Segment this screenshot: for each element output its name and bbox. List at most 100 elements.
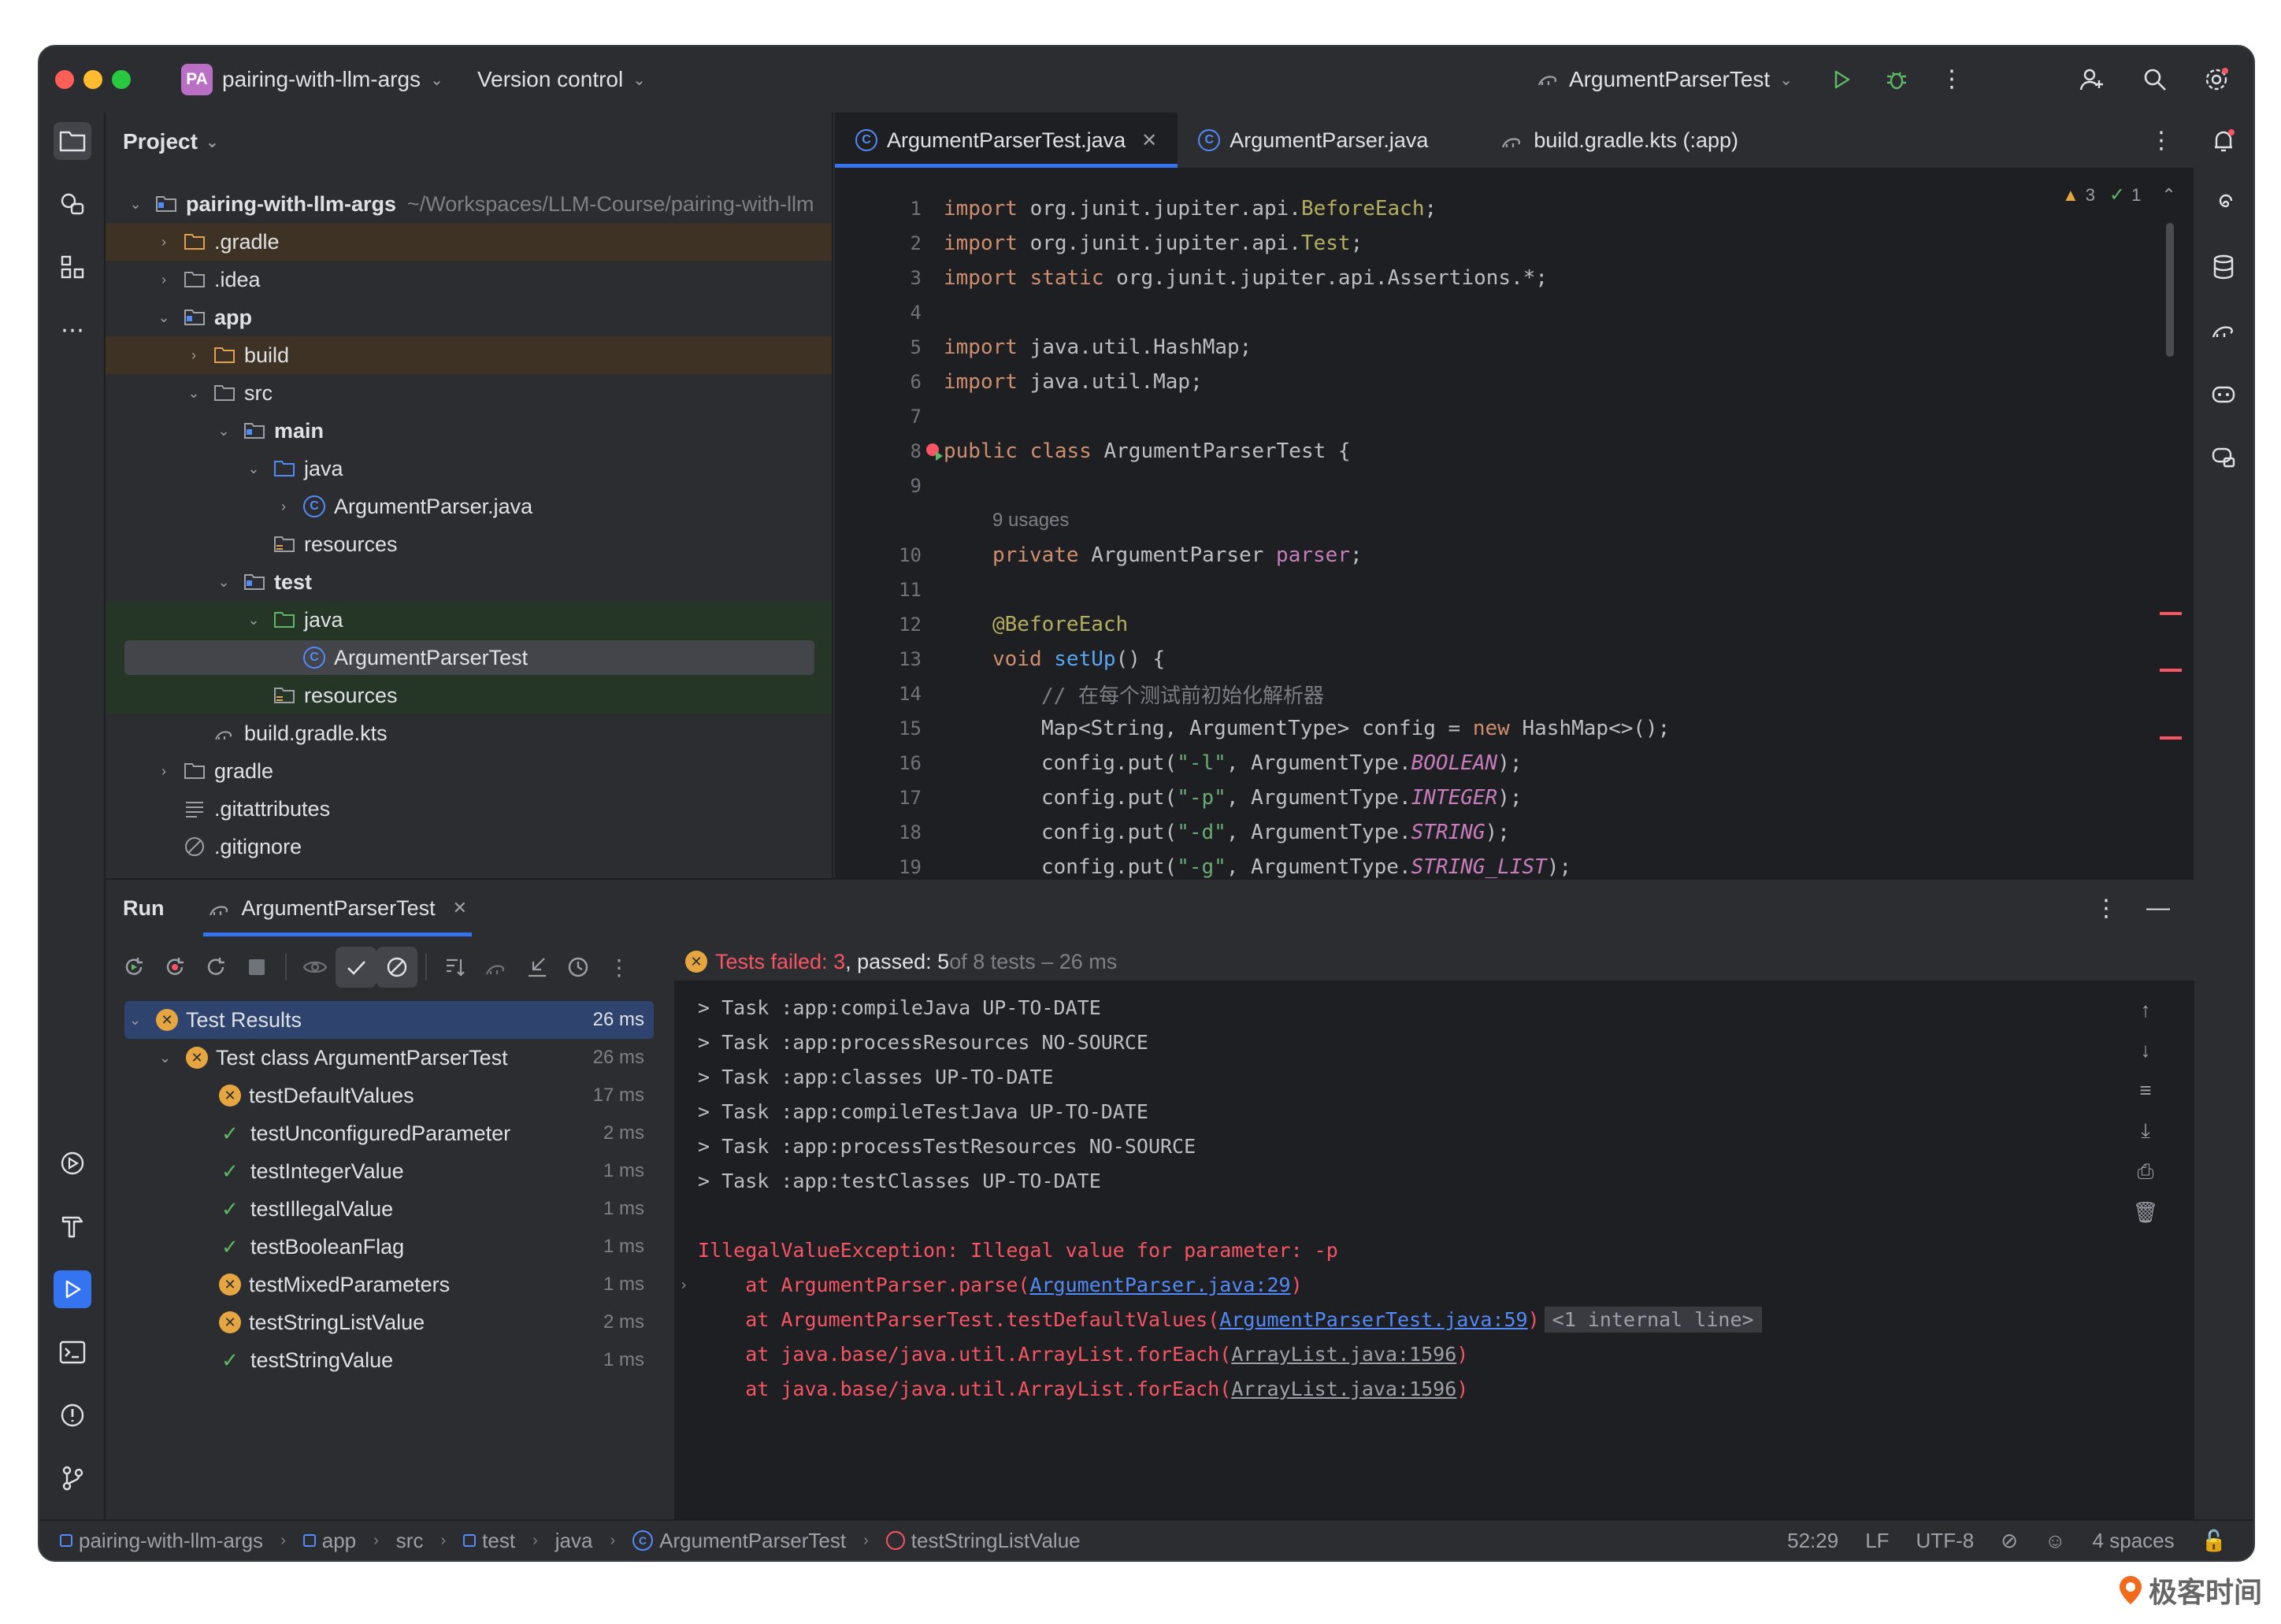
run-config-selector[interactable]: ArgumentParserTest ⌄ [1536,46,1793,113]
tab-argumentparser-java[interactable]: C ArgumentParser.java [1178,113,1448,168]
tree-item-main-resources[interactable]: resources [106,525,832,563]
close-icon[interactable]: ✕ [453,898,467,918]
test-row[interactable]: ✓ testUnconfiguredParameter 2 ms [219,1114,644,1152]
breadcrumb-item[interactable]: testStringListValue [911,1529,1081,1553]
close-icon[interactable]: ✕ [1141,129,1157,152]
breadcrumb-item[interactable]: test [482,1529,515,1553]
editor-tab-options-button[interactable]: ⋮ [2129,113,2194,168]
inspection-widget[interactable]: ▲ 3 ✓ 1 ⌃ ⌄ [2062,184,2194,206]
cursor-position[interactable]: 52:29 [1787,1529,1838,1553]
more-tools-button[interactable]: ⋯ [54,311,91,349]
test-row[interactable]: ✓ testStringValue 1 ms [219,1341,644,1379]
run-test-gutter-icon[interactable] [925,442,945,462]
indent-setting[interactable]: 4 spaces [2093,1529,2175,1553]
tree-item-gradle-dir[interactable]: › .gradle [106,223,832,261]
tree-item-main[interactable]: ⌄ main [106,412,832,450]
tree-item-gradle[interactable]: › gradle [106,752,832,790]
breadcrumb-item[interactable]: src [396,1529,424,1553]
project-switcher[interactable]: PA pairing-with-llm-args ⌄ [181,46,443,113]
stop-button[interactable] [236,947,277,988]
test-row[interactable]: ✕ testDefaultValues 17 ms [219,1077,644,1114]
tree-item-idea[interactable]: › .idea [106,261,832,298]
source-link[interactable]: ArgumentParserTest.java:59 [1219,1308,1527,1331]
tree-item-gitignore[interactable]: .gitignore [106,828,832,866]
ai-assistant-tool-button[interactable] [54,185,91,223]
ai-chat-button[interactable] [2205,185,2242,223]
add-user-button[interactable] [2073,61,2111,98]
breadcrumb-item[interactable]: app [322,1529,356,1553]
print-icon[interactable]: ⎙ [2138,1159,2154,1185]
test-row[interactable]: ✕ testStringListValue 2 ms [219,1303,644,1341]
chevron-up-icon[interactable]: ⌃ [2161,185,2175,206]
error-marker[interactable] [2160,736,2182,740]
tree-item-gitattributes[interactable]: .gitattributes [106,790,832,828]
breadcrumb-item[interactable]: java [555,1529,593,1553]
chevron-right-icon[interactable]: › [679,1275,688,1294]
source-link[interactable]: ArgumentParser.java:29 [1029,1274,1290,1296]
import-tests-button[interactable] [476,947,517,988]
copilot-chat-button[interactable] [2205,437,2242,475]
debug-button[interactable] [1878,61,1916,98]
more-actions-button[interactable]: ⋮ [1933,61,1971,98]
scroll-to-end-icon[interactable]: ⤓ [2141,1118,2150,1144]
lock-icon[interactable]: 🔓 [2201,1529,2227,1553]
tree-item-test-java[interactable]: ⌄ java [106,601,832,639]
toggle-auto-test-button[interactable] [195,947,236,988]
tree-item-test[interactable]: ⌄ test [106,563,832,601]
file-encoding[interactable]: UTF-8 [1916,1529,1975,1553]
arrow-down-icon[interactable]: ↓ [2141,1038,2151,1062]
copilot-status-icon[interactable]: ☺ [2045,1529,2066,1553]
console-output[interactable]: > Task :app:compileJava UP-TO-DATE > Tas… [674,981,2194,1524]
tree-item-argumentparsertest[interactable]: C ArgumentParserTest [274,639,528,677]
terminal-tool-button[interactable] [54,1333,91,1371]
minimize-panel-icon[interactable]: — [2146,895,2170,921]
tree-item-build[interactable]: › build [106,336,832,374]
tree-item-test-resources[interactable]: resources [106,677,832,714]
settings-button[interactable] [2198,61,2235,98]
database-button[interactable] [2205,248,2242,286]
soft-wrap-icon[interactable]: ≡ [2139,1078,2151,1103]
tab-argumentparsertest-java[interactable]: C ArgumentParserTest.java ✕ [835,113,1178,168]
internal-lines-chip[interactable]: <1 internal line> [1544,1306,1762,1333]
test-row-class[interactable]: ⌄ ✕ Test class ArgumentParserTest 26 ms [159,1039,644,1077]
project-panel-header[interactable]: Project ⌄ [123,113,219,171]
test-row[interactable]: ✓ testIllegalValue 1 ms [219,1190,644,1228]
rerun-failed-button[interactable] [154,947,195,988]
rerun-button[interactable] [113,947,154,988]
test-row[interactable]: ✓ testIntegerValue 1 ms [219,1152,644,1190]
zoom-window-button[interactable] [112,70,131,89]
notifications-button[interactable] [2205,122,2242,160]
arrow-up-icon[interactable]: ↑ [2141,998,2151,1022]
show-passed-toggle[interactable] [336,947,376,988]
trash-icon[interactable]: 🗑 [2132,1200,2158,1225]
sort-button[interactable] [435,947,476,988]
line-separator[interactable]: LF [1865,1529,1889,1553]
minimize-window-button[interactable] [83,70,102,89]
tab-build-gradle-kts[interactable]: build.gradle.kts (:app) [1480,113,1759,168]
tree-item-app[interactable]: ⌄ app [106,298,832,336]
search-button[interactable] [2136,61,2174,98]
problems-tool-button[interactable] [54,1396,91,1434]
build-tool-button[interactable] [54,1207,91,1245]
test-row-results[interactable]: ⌄ ✕ Test Results 26 ms [129,1001,644,1039]
tree-item-build-gradle[interactable]: build.gradle.kts [106,714,832,752]
project-tool-button[interactable] [54,122,91,160]
run-button[interactable] [1823,61,1860,98]
version-control-menu[interactable]: Version control ⌄ [477,46,646,113]
test-row[interactable]: ✕ testMixedParameters 1 ms [219,1266,644,1303]
error-marker[interactable] [2160,669,2182,672]
structure-tool-button[interactable] [54,248,91,286]
editor-scrollbar[interactable] [2166,223,2174,357]
git-tool-button[interactable] [54,1459,91,1497]
breadcrumb-item[interactable]: ArgumentParserTest [659,1529,846,1553]
vcs-icon[interactable]: ⊘ [2001,1529,2018,1553]
tree-item-main-java[interactable]: ⌄ java [106,450,832,488]
services-tool-button[interactable] [54,1144,91,1182]
run-tab-argumentparsertest[interactable]: ArgumentParserTest ✕ [203,880,473,936]
test-history-button[interactable] [558,947,599,988]
close-window-button[interactable] [55,70,74,89]
show-ignored-toggle[interactable] [376,947,417,988]
more-actions-button[interactable]: ⋮ [599,947,640,988]
error-marker[interactable] [2160,612,2182,615]
source-link[interactable]: ArrayList.java:1596 [1231,1377,1456,1400]
